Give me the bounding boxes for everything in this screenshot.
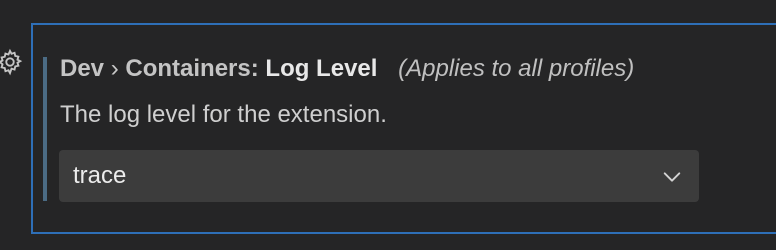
setting-title: Dev › Containers: Log Level (Applies to … xyxy=(60,54,634,84)
settings-panel: Dev › Containers: Log Level (Applies to … xyxy=(0,0,776,250)
setting-category-prefix: Dev xyxy=(60,55,105,82)
setting-scope-note: (Applies to all profiles) xyxy=(398,55,635,82)
dropdown-selected-value: trace xyxy=(73,162,127,189)
setting-key: Log Level xyxy=(265,55,378,82)
setting-separator: › xyxy=(110,55,119,82)
setting-category: Containers: xyxy=(125,55,259,82)
setting-item-log-level[interactable]: Dev › Containers: Log Level (Applies to … xyxy=(31,23,776,234)
gear-icon[interactable] xyxy=(0,48,24,76)
log-level-dropdown[interactable]: trace xyxy=(59,150,699,202)
modified-indicator xyxy=(43,57,47,201)
setting-description: The log level for the extension. xyxy=(60,101,387,128)
chevron-down-icon[interactable] xyxy=(661,166,683,188)
